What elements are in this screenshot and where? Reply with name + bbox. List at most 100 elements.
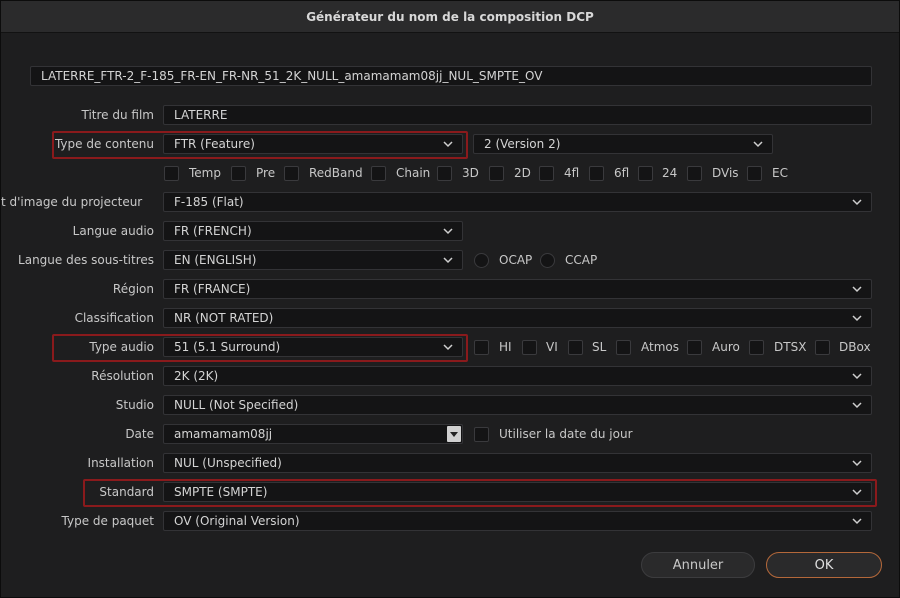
chevron-down-icon	[852, 315, 862, 322]
flag-label-2d: 2D	[514, 166, 531, 180]
standard-value: SMPTE (SMPTE)	[174, 485, 268, 499]
titre-field[interactable]: LATERRE	[163, 105, 872, 125]
dialog-title: Générateur du nom de la composition DCP	[1, 1, 899, 33]
ok-button[interactable]: OK	[766, 552, 882, 578]
checkbox-ec[interactable]	[747, 166, 762, 181]
type-audio-value: 51 (5.1 Surround)	[174, 340, 281, 354]
studio-select[interactable]: NULL (Not Specified)	[163, 395, 872, 415]
label-type-paquet: Type de paquet	[61, 514, 154, 528]
checkbox-4fl[interactable]	[539, 166, 554, 181]
standard-select[interactable]: SMPTE (SMPTE)	[163, 482, 872, 502]
label-region: Région	[112, 282, 154, 296]
flag-label-ec: EC	[772, 166, 788, 180]
classification-value: NR (NOT RATED)	[174, 311, 274, 325]
radio-label-ccap: CCAP	[565, 253, 598, 267]
chevron-down-icon	[852, 489, 862, 496]
flag-label-6fl: 6fl	[614, 166, 630, 180]
checkbox-6fl[interactable]	[589, 166, 604, 181]
flag-label-auro: Auro	[712, 340, 740, 354]
checkbox-today-date[interactable]	[474, 427, 489, 442]
cancel-button[interactable]: Annuler	[641, 552, 755, 578]
chevron-down-icon	[443, 344, 453, 351]
flag-label-chain: Chain	[396, 166, 431, 180]
langue-audio-select[interactable]: FR (FRENCH)	[163, 221, 463, 241]
chevron-down-icon	[852, 460, 862, 467]
flag-label-redband: RedBand	[309, 166, 363, 180]
format-image-select[interactable]: F-185 (Flat)	[163, 192, 872, 212]
flag-label-atmos: Atmos	[641, 340, 679, 354]
resolution-value: 2K (2K)	[174, 369, 219, 383]
langue-audio-value: FR (FRENCH)	[174, 224, 252, 238]
version-value: 2 (Version 2)	[484, 137, 561, 151]
checkbox-dvis[interactable]	[687, 166, 702, 181]
flag-label-dtsx: DTSX	[774, 340, 807, 354]
checkbox-temp[interactable]	[164, 166, 179, 181]
label-date: Date	[125, 427, 154, 441]
flag-label-dvis: DVis	[712, 166, 739, 180]
label-installation: Installation	[87, 456, 154, 470]
chevron-down-icon	[443, 228, 453, 235]
checkbox-pre[interactable]	[231, 166, 246, 181]
radio-ocap[interactable]	[474, 253, 489, 268]
format-image-value: F-185 (Flat)	[174, 195, 244, 209]
type-contenu-value: FTR (Feature)	[174, 137, 255, 151]
region-select[interactable]: FR (FRANCE)	[163, 279, 872, 299]
chevron-down-icon	[852, 373, 862, 380]
flag-label-temp: Temp	[189, 166, 221, 180]
checkbox-redband[interactable]	[284, 166, 299, 181]
chevron-down-icon	[852, 402, 862, 409]
label-type-contenu: Type de contenu	[54, 137, 154, 151]
flag-label-pre: Pre	[256, 166, 276, 180]
langue-sous-titres-select[interactable]: EN (ENGLISH)	[163, 250, 463, 270]
date-value: amamamam08jj	[174, 427, 273, 441]
checkbox-vi[interactable]	[522, 340, 537, 355]
flag-label-sl: SL	[592, 340, 607, 354]
flag-label-vi: VI	[546, 340, 558, 354]
chevron-down-icon	[852, 518, 862, 525]
label-type-audio: Type audio	[89, 340, 154, 354]
date-field[interactable]: amamamam08jj	[163, 424, 463, 444]
checkbox-auro[interactable]	[687, 340, 702, 355]
chevron-down-icon	[753, 141, 763, 148]
label-resolution: Résolution	[91, 369, 154, 383]
checkbox-dtsx[interactable]	[749, 340, 764, 355]
type-paquet-select[interactable]: OV (Original Version)	[163, 511, 872, 531]
triangle-down-icon	[450, 432, 458, 437]
chevron-down-icon	[852, 286, 862, 293]
version-select[interactable]: 2 (Version 2)	[473, 134, 773, 154]
checkbox-24[interactable]	[638, 166, 653, 181]
chevron-down-icon	[852, 199, 862, 206]
installation-select[interactable]: NUL (Unspecified)	[163, 453, 872, 473]
chevron-down-icon	[443, 141, 453, 148]
date-picker-button[interactable]	[447, 426, 461, 442]
label-langue-sous-titres: Langue des sous-titres	[18, 253, 154, 267]
checkbox-3d[interactable]	[437, 166, 452, 181]
type-audio-select[interactable]: 51 (5.1 Surround)	[163, 337, 463, 357]
label-standard: Standard	[99, 485, 154, 499]
type-contenu-select[interactable]: FTR (Feature)	[163, 134, 463, 154]
label-titre: Titre du film	[81, 108, 155, 122]
composition-name-field[interactable]: LATERRE_FTR-2_F-185_FR-EN_FR-NR_51_2K_NU…	[30, 66, 872, 86]
dcp-name-generator-dialog: Générateur du nom de la composition DCP …	[0, 0, 900, 598]
checkbox-hi[interactable]	[474, 340, 489, 355]
checkbox-sl[interactable]	[568, 340, 583, 355]
region-value: FR (FRANCE)	[174, 282, 251, 296]
label-classification: Classification	[74, 311, 154, 325]
radio-label-ocap: OCAP	[499, 253, 533, 267]
radio-ccap[interactable]	[540, 253, 555, 268]
flag-label-4fl: 4fl	[564, 166, 580, 180]
checkbox-chain[interactable]	[371, 166, 386, 181]
checkbox-2d[interactable]	[489, 166, 504, 181]
studio-value: NULL (Not Specified)	[174, 398, 299, 412]
flag-label-3d: 3D	[462, 166, 479, 180]
langue-sous-titres-value: EN (ENGLISH)	[174, 253, 257, 267]
flag-label-hi: HI	[499, 340, 512, 354]
classification-select[interactable]: NR (NOT RATED)	[163, 308, 872, 328]
label-format-image: t d'image du projecteur	[1, 195, 143, 209]
type-paquet-value: OV (Original Version)	[174, 514, 300, 528]
label-studio: Studio	[115, 398, 154, 412]
checkbox-atmos[interactable]	[616, 340, 631, 355]
resolution-select[interactable]: 2K (2K)	[163, 366, 872, 386]
installation-value: NUL (Unspecified)	[174, 456, 282, 470]
checkbox-dbox[interactable]	[815, 340, 830, 355]
